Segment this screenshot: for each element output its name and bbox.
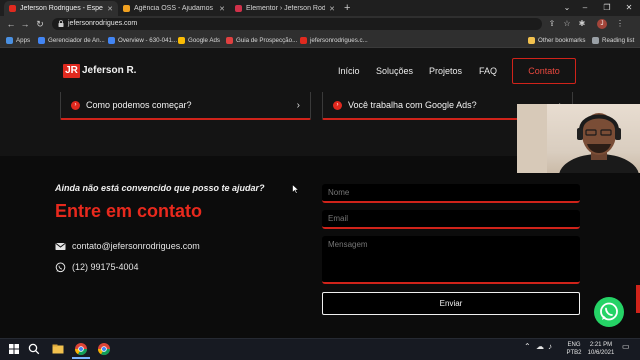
new-tab-button[interactable]: + (344, 1, 350, 15)
notifications-icon[interactable]: ▭ (622, 343, 630, 351)
site-favicon-icon (300, 36, 307, 44)
profile-avatar[interactable]: J (597, 19, 607, 29)
google-ads-icon (178, 36, 185, 44)
reading-list[interactable]: Reading list (592, 32, 634, 48)
chrome-icon[interactable] (73, 341, 89, 357)
menu-icon[interactable]: ⋮ (614, 16, 626, 32)
clock-time: 2:21 PM (589, 342, 613, 348)
contact-email[interactable]: contato@jefersonrodrigues.com (55, 240, 200, 252)
site-favicon-icon (9, 5, 16, 12)
contact-email-text: contato@jefersonrodrigues.com (72, 241, 200, 251)
site-favicon-icon (123, 5, 130, 12)
volume-icon[interactable]: ♪ (548, 343, 552, 351)
keyboard-layout: PTB2 (566, 350, 582, 356)
email-field[interactable] (322, 210, 580, 229)
nav-faq[interactable]: FAQ (479, 64, 497, 78)
contato-button[interactable]: Contato (512, 58, 576, 84)
language-code: ENG (567, 342, 581, 348)
bookmark-label: jefersonrodrigues.c... (310, 36, 368, 44)
chevron-right-circle-icon: › (333, 100, 342, 110)
tab-jeferson-rodrigues[interactable]: Jeferson Rodrigues - Especialist ✕ (4, 1, 118, 16)
windows-start-icon[interactable] (6, 341, 22, 357)
search-icon[interactable] (26, 341, 42, 357)
nav-inicio[interactable]: Início (338, 64, 360, 78)
nav-projetos[interactable]: Projetos (429, 64, 462, 78)
forward-icon[interactable]: → (18, 16, 32, 32)
bookmark-jefersonrodrigues[interactable]: jefersonrodrigues.c... (300, 32, 368, 48)
other-bookmarks[interactable]: Other bookmarks (528, 32, 585, 48)
chevron-right-icon: › (296, 99, 300, 111)
nav-solucoes[interactable]: Soluções (376, 64, 413, 78)
webcam-overlay (517, 104, 640, 173)
bookmark-label: Google Ads (188, 36, 220, 44)
share-icon[interactable]: ⇪ (546, 16, 558, 32)
chevron-right-circle-icon: › (71, 100, 80, 110)
active-app-indicator (72, 357, 90, 359)
webcam-person-image (517, 104, 639, 173)
envelope-icon (55, 242, 66, 250)
logo-text[interactable]: Jeferson R. (82, 64, 136, 78)
cloud-icon[interactable]: ☁ (536, 343, 544, 351)
system-tray-chevron-icon[interactable]: ⌃ (524, 343, 531, 351)
reading-list-label: Reading list (602, 36, 635, 44)
bookmark-label: Gerenciador de An... (48, 36, 105, 44)
bookmark-label: Apps (16, 36, 31, 44)
contact-phone-text: (12) 99175-4004 (72, 262, 139, 272)
close-tab-icon[interactable]: ✕ (219, 5, 225, 13)
analytics-icon (108, 36, 115, 44)
maximize-icon[interactable]: ❐ (596, 0, 618, 16)
file-explorer-icon[interactable] (50, 341, 66, 357)
faq-item[interactable]: › Como podemos começar? › (60, 92, 311, 120)
tab-agencia-oss[interactable]: Agência OSS - Ajudamos o seu n ✕ (118, 1, 230, 16)
tab-label: Jeferson Rodrigues - Especialist (20, 5, 103, 12)
back-icon[interactable]: ← (4, 16, 18, 32)
bookmark-apps[interactable]: Apps (6, 32, 30, 48)
enviar-button[interactable]: Enviar (322, 292, 580, 315)
bookmark-label: Overview - 630-041... (118, 36, 178, 44)
reload-icon[interactable]: ↻ (33, 16, 47, 32)
logo-mark[interactable]: JR (63, 64, 80, 78)
whatsapp-icon (55, 262, 66, 272)
bookmark-label: Guia de Prospecção... (236, 36, 298, 44)
close-window-icon[interactable]: ✕ (618, 0, 640, 16)
lock-icon[interactable] (58, 20, 64, 27)
bookmark-guia-prospeccao[interactable]: Guia de Prospecção... (226, 32, 297, 48)
bookmark-overview[interactable]: Overview - 630-041... (108, 32, 177, 48)
input-language[interactable]: ENG PTB2 (566, 341, 582, 357)
site-favicon-icon (235, 5, 242, 12)
bookmark-star-icon[interactable]: ☆ (561, 16, 573, 32)
bookmark-gerenciador[interactable]: Gerenciador de An... (38, 32, 105, 48)
contact-headline: Entre em contato (55, 201, 203, 221)
bookmark-google-ads[interactable]: Google Ads (178, 32, 220, 48)
reading-list-icon (592, 36, 599, 44)
url-text[interactable]: jefersonrodrigues.com (68, 18, 137, 30)
notion-icon (226, 36, 233, 44)
tab-label: Elementor › Jeferson Rodrigues (246, 5, 326, 12)
clock[interactable]: 2:21 PM 10/6/2021 (584, 341, 618, 357)
clock-date: 10/6/2021 (587, 350, 615, 356)
scroll-progress-bar (636, 285, 640, 313)
tab-elementor[interactable]: Elementor › Jeferson Rodrigues ✕ (230, 1, 340, 16)
faq-question: Como podemos começar? (86, 100, 192, 110)
whatsapp-float-button[interactable] (594, 297, 624, 327)
message-field[interactable] (322, 236, 580, 284)
meta-icon (38, 36, 45, 44)
chrome-icon[interactable] (96, 341, 112, 357)
minimize-icon[interactable]: – (574, 0, 596, 16)
contact-kicker: Ainda não está convencido que posso te a… (55, 183, 265, 193)
tab-label: Agência OSS - Ajudamos o seu n (134, 5, 215, 12)
close-tab-icon[interactable]: ✕ (107, 5, 113, 13)
close-tab-icon[interactable]: ✕ (329, 5, 335, 13)
folder-icon (528, 36, 535, 44)
name-field[interactable] (322, 184, 580, 203)
apps-grid-icon (6, 36, 13, 44)
mouse-cursor-icon (292, 184, 299, 194)
other-bookmarks-label: Other bookmarks (538, 36, 586, 44)
contact-phone[interactable]: (12) 99175-4004 (55, 261, 139, 273)
extensions-icon[interactable]: ✱ (576, 16, 588, 32)
whatsapp-icon (600, 302, 618, 321)
